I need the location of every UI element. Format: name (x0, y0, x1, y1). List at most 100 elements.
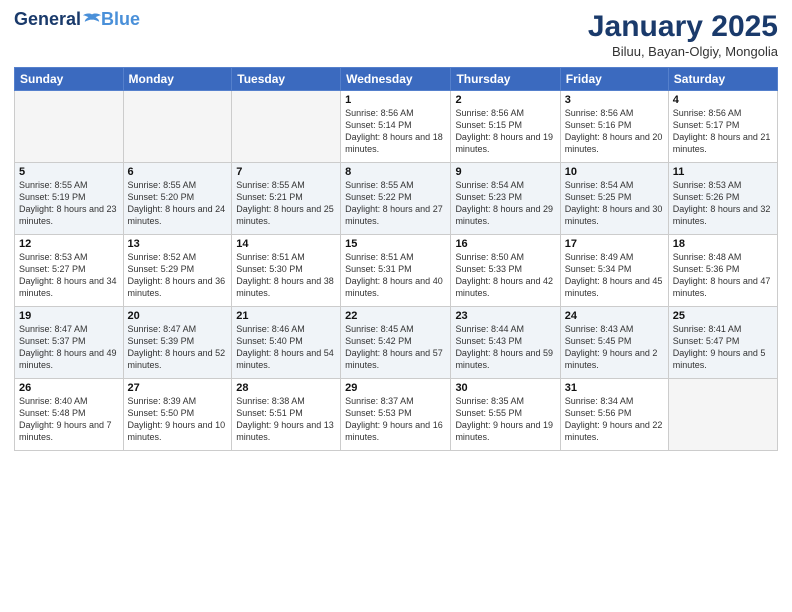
table-row: 18 Sunrise: 8:48 AMSunset: 5:36 PMDaylig… (668, 235, 777, 307)
day-number: 20 (128, 310, 228, 322)
day-number: 12 (19, 238, 119, 250)
table-row: 4 Sunrise: 8:56 AMSunset: 5:17 PMDayligh… (668, 91, 777, 163)
col-tuesday: Tuesday (232, 68, 341, 91)
table-row: 12 Sunrise: 8:53 AMSunset: 5:27 PMDaylig… (15, 235, 124, 307)
logo: General Blue (14, 10, 140, 28)
calendar-week-row: 26 Sunrise: 8:40 AMSunset: 5:48 PMDaylig… (15, 379, 778, 451)
table-row: 7 Sunrise: 8:55 AMSunset: 5:21 PMDayligh… (232, 163, 341, 235)
day-number: 2 (455, 94, 555, 106)
day-number: 10 (565, 166, 664, 178)
table-row: 20 Sunrise: 8:47 AMSunset: 5:39 PMDaylig… (123, 307, 232, 379)
day-number: 30 (455, 382, 555, 394)
calendar-week-row: 12 Sunrise: 8:53 AMSunset: 5:27 PMDaylig… (15, 235, 778, 307)
day-info: Sunrise: 8:56 AMSunset: 5:16 PMDaylight:… (565, 107, 664, 156)
day-info: Sunrise: 8:53 AMSunset: 5:27 PMDaylight:… (19, 251, 119, 300)
table-row: 1 Sunrise: 8:56 AMSunset: 5:14 PMDayligh… (341, 91, 451, 163)
table-row: 8 Sunrise: 8:55 AMSunset: 5:22 PMDayligh… (341, 163, 451, 235)
day-number: 29 (345, 382, 446, 394)
day-number: 15 (345, 238, 446, 250)
col-saturday: Saturday (668, 68, 777, 91)
day-number: 4 (673, 94, 773, 106)
calendar-week-row: 19 Sunrise: 8:47 AMSunset: 5:37 PMDaylig… (15, 307, 778, 379)
day-info: Sunrise: 8:56 AMSunset: 5:15 PMDaylight:… (455, 107, 555, 156)
table-row: 14 Sunrise: 8:51 AMSunset: 5:30 PMDaylig… (232, 235, 341, 307)
day-info: Sunrise: 8:38 AMSunset: 5:51 PMDaylight:… (236, 395, 336, 444)
day-info: Sunrise: 8:55 AMSunset: 5:22 PMDaylight:… (345, 179, 446, 228)
day-number: 21 (236, 310, 336, 322)
table-row: 21 Sunrise: 8:46 AMSunset: 5:40 PMDaylig… (232, 307, 341, 379)
day-info: Sunrise: 8:44 AMSunset: 5:43 PMDaylight:… (455, 323, 555, 372)
calendar-week-row: 5 Sunrise: 8:55 AMSunset: 5:19 PMDayligh… (15, 163, 778, 235)
day-info: Sunrise: 8:52 AMSunset: 5:29 PMDaylight:… (128, 251, 228, 300)
table-row: 19 Sunrise: 8:47 AMSunset: 5:37 PMDaylig… (15, 307, 124, 379)
day-info: Sunrise: 8:51 AMSunset: 5:30 PMDaylight:… (236, 251, 336, 300)
day-info: Sunrise: 8:56 AMSunset: 5:14 PMDaylight:… (345, 107, 446, 156)
day-info: Sunrise: 8:55 AMSunset: 5:19 PMDaylight:… (19, 179, 119, 228)
table-row (123, 91, 232, 163)
day-number: 3 (565, 94, 664, 106)
day-number: 23 (455, 310, 555, 322)
table-row: 10 Sunrise: 8:54 AMSunset: 5:25 PMDaylig… (560, 163, 668, 235)
table-row (232, 91, 341, 163)
col-friday: Friday (560, 68, 668, 91)
table-row (15, 91, 124, 163)
table-row: 25 Sunrise: 8:41 AMSunset: 5:47 PMDaylig… (668, 307, 777, 379)
table-row (668, 379, 777, 451)
day-info: Sunrise: 8:34 AMSunset: 5:56 PMDaylight:… (565, 395, 664, 444)
table-row: 9 Sunrise: 8:54 AMSunset: 5:23 PMDayligh… (451, 163, 560, 235)
table-row: 22 Sunrise: 8:45 AMSunset: 5:42 PMDaylig… (341, 307, 451, 379)
day-number: 27 (128, 382, 228, 394)
day-number: 26 (19, 382, 119, 394)
day-info: Sunrise: 8:55 AMSunset: 5:21 PMDaylight:… (236, 179, 336, 228)
table-row: 29 Sunrise: 8:37 AMSunset: 5:53 PMDaylig… (341, 379, 451, 451)
table-row: 5 Sunrise: 8:55 AMSunset: 5:19 PMDayligh… (15, 163, 124, 235)
logo-text: General Blue (14, 10, 140, 28)
day-info: Sunrise: 8:54 AMSunset: 5:25 PMDaylight:… (565, 179, 664, 228)
table-row: 16 Sunrise: 8:50 AMSunset: 5:33 PMDaylig… (451, 235, 560, 307)
logo-general: General (14, 10, 81, 28)
day-number: 18 (673, 238, 773, 250)
day-number: 1 (345, 94, 446, 106)
table-row: 15 Sunrise: 8:51 AMSunset: 5:31 PMDaylig… (341, 235, 451, 307)
day-info: Sunrise: 8:46 AMSunset: 5:40 PMDaylight:… (236, 323, 336, 372)
day-number: 25 (673, 310, 773, 322)
day-info: Sunrise: 8:49 AMSunset: 5:34 PMDaylight:… (565, 251, 664, 300)
day-info: Sunrise: 8:54 AMSunset: 5:23 PMDaylight:… (455, 179, 555, 228)
day-number: 11 (673, 166, 773, 178)
day-number: 7 (236, 166, 336, 178)
logo-blue: Blue (101, 10, 140, 28)
day-info: Sunrise: 8:53 AMSunset: 5:26 PMDaylight:… (673, 179, 773, 228)
col-wednesday: Wednesday (341, 68, 451, 91)
day-number: 31 (565, 382, 664, 394)
table-row: 23 Sunrise: 8:44 AMSunset: 5:43 PMDaylig… (451, 307, 560, 379)
table-row: 13 Sunrise: 8:52 AMSunset: 5:29 PMDaylig… (123, 235, 232, 307)
table-row: 17 Sunrise: 8:49 AMSunset: 5:34 PMDaylig… (560, 235, 668, 307)
day-number: 19 (19, 310, 119, 322)
day-info: Sunrise: 8:51 AMSunset: 5:31 PMDaylight:… (345, 251, 446, 300)
day-info: Sunrise: 8:41 AMSunset: 5:47 PMDaylight:… (673, 323, 773, 372)
day-info: Sunrise: 8:47 AMSunset: 5:37 PMDaylight:… (19, 323, 119, 372)
day-number: 22 (345, 310, 446, 322)
table-row: 28 Sunrise: 8:38 AMSunset: 5:51 PMDaylig… (232, 379, 341, 451)
day-info: Sunrise: 8:47 AMSunset: 5:39 PMDaylight:… (128, 323, 228, 372)
day-number: 17 (565, 238, 664, 250)
page-container: General Blue January 2025 Biluu, Bayan-O… (0, 0, 792, 612)
table-row: 3 Sunrise: 8:56 AMSunset: 5:16 PMDayligh… (560, 91, 668, 163)
day-number: 5 (19, 166, 119, 178)
col-monday: Monday (123, 68, 232, 91)
day-info: Sunrise: 8:56 AMSunset: 5:17 PMDaylight:… (673, 107, 773, 156)
table-row: 30 Sunrise: 8:35 AMSunset: 5:55 PMDaylig… (451, 379, 560, 451)
table-row: 6 Sunrise: 8:55 AMSunset: 5:20 PMDayligh… (123, 163, 232, 235)
day-info: Sunrise: 8:55 AMSunset: 5:20 PMDaylight:… (128, 179, 228, 228)
day-info: Sunrise: 8:48 AMSunset: 5:36 PMDaylight:… (673, 251, 773, 300)
day-number: 9 (455, 166, 555, 178)
day-info: Sunrise: 8:50 AMSunset: 5:33 PMDaylight:… (455, 251, 555, 300)
month-title: January 2025 (588, 10, 778, 44)
day-number: 28 (236, 382, 336, 394)
col-sunday: Sunday (15, 68, 124, 91)
day-number: 13 (128, 238, 228, 250)
day-number: 16 (455, 238, 555, 250)
table-row: 11 Sunrise: 8:53 AMSunset: 5:26 PMDaylig… (668, 163, 777, 235)
day-info: Sunrise: 8:45 AMSunset: 5:42 PMDaylight:… (345, 323, 446, 372)
day-number: 6 (128, 166, 228, 178)
